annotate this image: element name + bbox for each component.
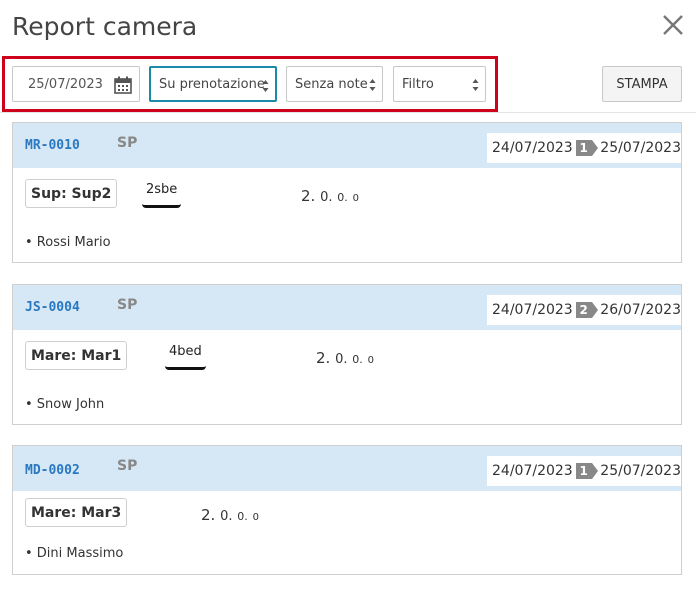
kids-count: 0. — [337, 191, 348, 204]
children-count: 0. — [335, 352, 348, 367]
notes-filter-select[interactable]: Senza note — [286, 66, 383, 102]
card-header: MD-0002 SP 24/07/2023 1 25/07/2023 — [13, 446, 681, 491]
infants-count: 0 — [252, 512, 259, 523]
nights-badge: 1 — [575, 463, 598, 479]
reservation-card[interactable]: MR-0010 SP 24/07/2023 1 25/07/2023 Sup: … — [12, 122, 682, 263]
date-value: 25/07/2023 — [28, 76, 103, 92]
divider — [0, 112, 696, 113]
print-button[interactable]: STAMPA — [602, 66, 682, 102]
nights-count: 1 — [579, 464, 588, 478]
date-to: 25/07/2023 — [600, 463, 681, 479]
room-type-chip: 4bed — [165, 340, 206, 370]
nights-count: 2 — [579, 303, 588, 317]
adults-count: 2. — [316, 349, 331, 367]
infants-count: 0 — [352, 193, 359, 204]
infants-count: 0 — [367, 355, 374, 366]
children-count: 0. — [320, 190, 333, 205]
select-arrows-icon — [369, 79, 376, 91]
room-chip[interactable]: Sup: Sup2 — [25, 179, 118, 208]
status-label: SP — [117, 458, 138, 474]
date-range: 24/07/2023 1 25/07/2023 — [487, 456, 681, 486]
date-from: 24/07/2023 — [492, 302, 573, 318]
generic-filter-select[interactable]: Filtro — [393, 66, 486, 102]
card-header: JS-0004 SP 24/07/2023 2 26/07/2023 — [13, 285, 681, 330]
date-to: 26/07/2023 — [600, 302, 681, 318]
generic-filter-value: Filtro — [402, 76, 434, 92]
date-range: 24/07/2023 2 26/07/2023 — [487, 295, 681, 325]
date-input[interactable]: 25/07/2023 — [12, 66, 140, 102]
calendar-icon[interactable] — [113, 75, 133, 95]
reservation-code[interactable]: JS-0004 — [25, 300, 80, 315]
date-to: 25/07/2023 — [600, 140, 681, 156]
reservation-code[interactable]: MD-0002 — [25, 463, 80, 478]
booking-filter-value: Su prenotazione — [159, 76, 265, 92]
reservation-card[interactable]: MD-0002 SP 24/07/2023 1 25/07/2023 Mare:… — [12, 445, 682, 575]
kids-count: 0. — [352, 353, 363, 366]
card-header: MR-0010 SP 24/07/2023 1 25/07/2023 — [13, 123, 681, 168]
date-from: 24/07/2023 — [492, 463, 573, 479]
reservation-code[interactable]: MR-0010 — [25, 138, 80, 153]
status-label: SP — [117, 297, 138, 313]
select-arrows-icon — [262, 80, 269, 92]
date-from: 24/07/2023 — [492, 140, 573, 156]
select-arrows-icon — [472, 79, 479, 91]
status-label: SP — [117, 135, 138, 151]
guest-count: 2. 0. 0. 0 — [201, 506, 259, 524]
booking-filter-select[interactable]: Su prenotazione — [149, 66, 277, 102]
guest-count: 2. 0. 0. 0 — [301, 187, 359, 205]
reservation-card[interactable]: JS-0004 SP 24/07/2023 2 26/07/2023 Mare:… — [12, 284, 682, 425]
room-chip[interactable]: Mare: Mar1 — [25, 341, 128, 370]
guest-name: • Snow John — [25, 397, 105, 412]
close-icon[interactable] — [658, 10, 688, 40]
date-range: 24/07/2023 1 25/07/2023 — [487, 133, 681, 163]
kids-count: 0. — [237, 510, 248, 523]
nights-badge: 2 — [575, 302, 598, 318]
adults-count: 2. — [201, 506, 216, 524]
nights-count: 1 — [579, 141, 588, 155]
room-type-chip: 2sbe — [142, 178, 182, 208]
guest-name: • Rossi Mario — [25, 235, 111, 250]
children-count: 0. — [220, 509, 233, 524]
guest-count: 2. 0. 0. 0 — [316, 349, 374, 367]
adults-count: 2. — [301, 187, 316, 205]
nights-badge: 1 — [575, 140, 598, 156]
guest-name: • Dini Massimo — [25, 546, 124, 561]
room-chip[interactable]: Mare: Mar3 — [25, 498, 128, 527]
notes-filter-value: Senza note — [295, 76, 368, 92]
dialog-title: Report camera — [12, 12, 198, 41]
